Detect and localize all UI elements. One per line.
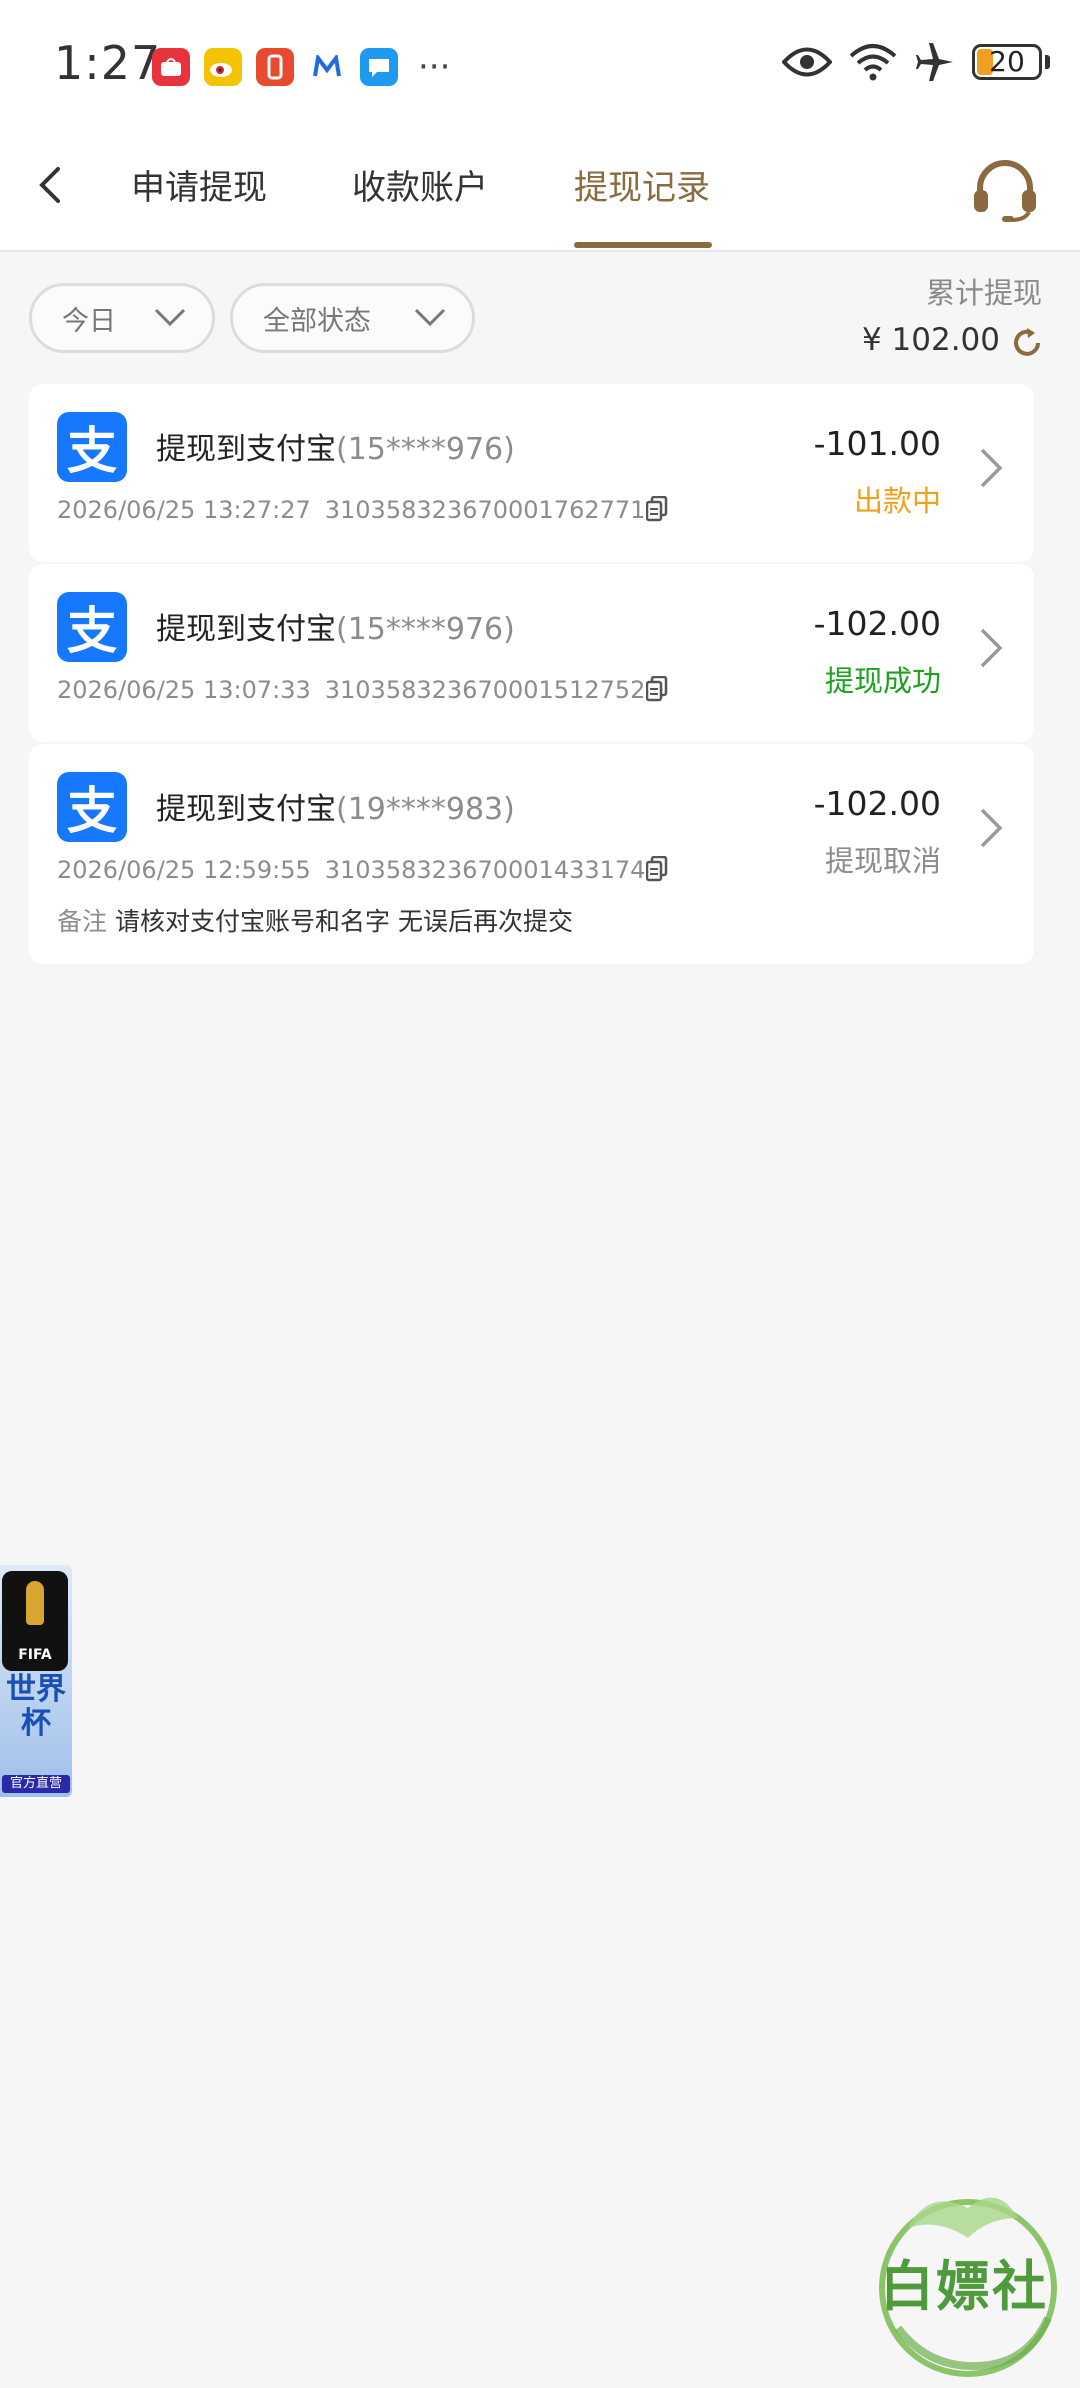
battery-level: 20 bbox=[989, 45, 1025, 78]
chevron-right-icon bbox=[980, 628, 1003, 668]
copy-icon[interactable] bbox=[646, 676, 668, 702]
record-title: 提现到支付宝(15****976) bbox=[156, 612, 515, 647]
status-time: 1:27 bbox=[54, 36, 162, 90]
app-icon bbox=[256, 48, 294, 86]
app-m-icon bbox=[308, 48, 346, 86]
total-withdraw-label: 累计提现 bbox=[925, 276, 1042, 310]
record-account: (19****983) bbox=[336, 792, 515, 827]
record-title: 提现到支付宝(15****976) bbox=[156, 432, 515, 467]
date-filter-label: 今日 bbox=[62, 305, 116, 337]
world-cup-text: 世界杯 bbox=[6, 1672, 66, 1741]
chevron-right-icon bbox=[980, 808, 1003, 848]
more-dots-icon: ··· bbox=[418, 47, 451, 87]
record-order-no: 310358323670001512752 bbox=[324, 676, 646, 704]
huawei-store-icon bbox=[152, 48, 190, 86]
record-datetime: 2026/06/25 13:07:33 bbox=[57, 676, 311, 704]
status-filter-label: 全部状态 bbox=[263, 305, 371, 337]
system-icons: 20 bbox=[782, 42, 1050, 82]
refresh-icon[interactable] bbox=[1010, 326, 1044, 360]
copy-icon[interactable] bbox=[646, 496, 668, 522]
record-amount: -101.00 bbox=[813, 424, 941, 463]
record-account: (15****976) bbox=[336, 432, 515, 467]
record-meta: 2026/06/25 12:59:55 310358323670001433174 bbox=[57, 856, 645, 884]
back-arrow-icon[interactable] bbox=[30, 165, 70, 205]
record-note-text: 请核对支付宝账号和名字 无误后再次提交 bbox=[115, 907, 573, 936]
record-amount: -102.00 bbox=[813, 784, 941, 823]
record-meta: 2026/06/25 13:07:33 310358323670001512752 bbox=[57, 676, 645, 704]
trophy-icon bbox=[26, 1581, 44, 1625]
record-status: 提现取消 bbox=[824, 844, 941, 878]
record-note-label: 备注 bbox=[57, 907, 108, 936]
total-withdraw-amount: ¥ 102.00 bbox=[861, 322, 1000, 358]
record-datetime: 2026/06/25 13:27:27 bbox=[57, 496, 311, 524]
record-note: 备注 请核对支付宝账号和名字 无误后再次提交 bbox=[57, 902, 573, 938]
withdraw-record-card[interactable]: 支 提现到支付宝(15****976) 2026/06/25 13:27:27 3… bbox=[29, 384, 1034, 562]
official-tag: 官方直营 bbox=[2, 1775, 70, 1793]
status-filter-dropdown[interactable]: 全部状态 bbox=[230, 283, 475, 353]
record-title: 提现到支付宝(19****983) bbox=[156, 792, 515, 827]
fifa-logo: FIFA bbox=[2, 1571, 68, 1671]
chevron-right-icon bbox=[980, 448, 1003, 488]
record-amount: -102.00 bbox=[813, 604, 941, 643]
chevron-down-icon bbox=[414, 308, 446, 327]
withdraw-record-card[interactable]: 支 提现到支付宝(19****983) 2026/06/25 12:59:55 3… bbox=[29, 744, 1034, 964]
active-tab-indicator bbox=[574, 242, 712, 248]
chat-icon bbox=[360, 48, 398, 86]
status-bar: 1:27 ··· 20 bbox=[0, 0, 1080, 120]
battery-icon: 20 bbox=[972, 44, 1042, 80]
record-order-no: 310358323670001762771 bbox=[324, 496, 646, 524]
alipay-icon: 支 bbox=[57, 592, 127, 662]
airplane-icon bbox=[916, 43, 953, 81]
chevron-down-icon bbox=[154, 308, 186, 327]
weibo-icon bbox=[204, 48, 242, 86]
wifi-icon bbox=[849, 44, 897, 81]
record-order-no: 310358323670001433174 bbox=[324, 856, 646, 884]
world-cup-floating-ad[interactable]: FIFA 世界杯 官方直营 bbox=[0, 1565, 72, 1797]
fifa-badge: FIFA bbox=[18, 1647, 52, 1663]
eye-icon bbox=[782, 47, 832, 77]
record-meta: 2026/06/25 13:27:27 310358323670001762771 bbox=[57, 496, 645, 524]
tab-withdraw-records[interactable]: 提现记录 bbox=[574, 160, 710, 209]
tab-payment-accounts[interactable]: 收款账户 bbox=[352, 160, 488, 209]
top-nav: 申请提现 收款账户 提现记录 bbox=[0, 120, 1080, 252]
date-filter-dropdown[interactable]: 今日 bbox=[29, 283, 215, 353]
alipay-icon: 支 bbox=[57, 412, 127, 482]
record-status: 出款中 bbox=[853, 484, 941, 518]
notification-icons: ··· bbox=[152, 48, 450, 86]
customer-service-icon[interactable] bbox=[970, 160, 1040, 222]
tab-apply-withdraw[interactable]: 申请提现 bbox=[131, 160, 267, 209]
copy-icon[interactable] bbox=[646, 856, 668, 882]
alipay-icon: 支 bbox=[57, 772, 127, 842]
record-account: (15****976) bbox=[336, 612, 515, 647]
withdraw-record-card[interactable]: 支 提现到支付宝(15****976) 2026/06/25 13:07:33 3… bbox=[29, 564, 1034, 742]
watermark-text: 白嫖社 bbox=[880, 2255, 1048, 2318]
watermark-logo: 白嫖社 bbox=[868, 2178, 1068, 2378]
record-status: 提现成功 bbox=[824, 664, 941, 698]
record-datetime: 2026/06/25 12:59:55 bbox=[57, 856, 311, 884]
